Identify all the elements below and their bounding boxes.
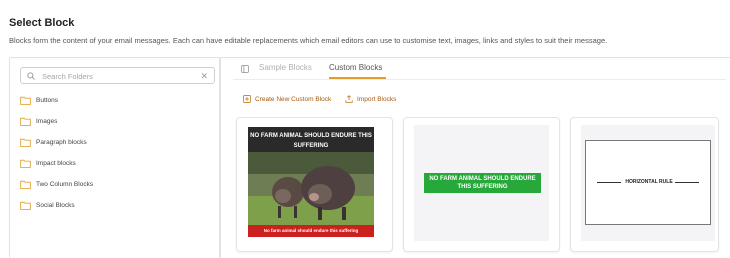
search-folders-field[interactable]: ✕ (20, 67, 215, 84)
folder-item-social-blocks[interactable]: Social Blocks (20, 198, 75, 212)
block-preview-image-pigs: NO FARM ANIMAL SHOULD ENDURE THIS SUFFER… (248, 127, 374, 237)
create-custom-block-label: Create New Custom Block (255, 95, 332, 103)
import-blocks-label: Import Blocks (357, 95, 397, 103)
folder-icon (20, 159, 31, 168)
folder-label: Buttons (36, 96, 59, 104)
folder-item-impact-blocks[interactable]: Impact blocks (20, 156, 76, 170)
folder-icon (20, 96, 31, 105)
import-icon (345, 95, 353, 103)
rule-frame: HORIZONTAL RULE (585, 140, 711, 225)
folder-panel: ✕ Buttons Images Paragraph blocks Impact… (9, 57, 220, 258)
tab-sample-blocks[interactable]: Sample Blocks (259, 63, 312, 72)
preview-headline: NO FARM ANIMAL SHOULD ENDURE THIS SUFFER… (250, 133, 372, 149)
folder-icon (20, 180, 31, 189)
blocks-panel: Sample Blocks Custom Blocks Create New C… (220, 57, 730, 258)
folder-label: Images (36, 117, 58, 125)
rule-line-left (597, 182, 621, 183)
folder-icon (20, 138, 31, 147)
tab-custom-blocks[interactable]: Custom Blocks (329, 63, 382, 72)
preview-footer: No farm animal should endure this suffer… (248, 225, 374, 237)
page-description: Blocks form the content of your email me… (9, 36, 608, 45)
clear-icon[interactable]: ✕ (200, 70, 208, 82)
custom-block-card[interactable]: HORIZONTAL RULE (570, 117, 719, 252)
custom-block-card[interactable]: NO FARM ANIMAL SHOULD ENDURE THIS SUFFER… (403, 117, 560, 252)
folder-label: Impact blocks (36, 159, 76, 167)
search-folders-input[interactable] (42, 70, 202, 82)
import-blocks-button[interactable]: Import Blocks (345, 95, 396, 103)
folder-item-paragraph-blocks[interactable]: Paragraph blocks (20, 135, 87, 149)
rule-label: HORIZONTAL RULE (625, 179, 673, 185)
folder-label: Paragraph blocks (36, 138, 87, 146)
add-icon (243, 95, 251, 103)
pigs-photo (248, 152, 374, 225)
tab-divider (233, 79, 726, 80)
block-preview-banner: NO FARM ANIMAL SHOULD ENDURE THIS SUFFER… (414, 125, 549, 241)
folder-label: Social Blocks (36, 201, 75, 209)
folder-item-two-column-blocks[interactable]: Two Column Blocks (20, 177, 93, 191)
create-custom-block-button[interactable]: Create New Custom Block (243, 95, 331, 103)
folder-icon (20, 117, 31, 126)
search-icon (27, 72, 35, 80)
sample-blocks-icon (241, 65, 249, 73)
folder-icon (20, 201, 31, 210)
preview-banner-text: NO FARM ANIMAL SHOULD ENDURE THIS SUFFER… (424, 173, 541, 193)
folder-item-images[interactable]: Images (20, 114, 57, 128)
block-preview-horizontal-rule: HORIZONTAL RULE (581, 125, 715, 241)
folder-label: Two Column Blocks (36, 180, 94, 188)
rule-line-right (675, 182, 699, 183)
folder-item-buttons[interactable]: Buttons (20, 93, 58, 107)
page-title: Select Block (9, 17, 75, 29)
custom-block-card[interactable]: NO FARM ANIMAL SHOULD ENDURE THIS SUFFER… (236, 117, 393, 252)
